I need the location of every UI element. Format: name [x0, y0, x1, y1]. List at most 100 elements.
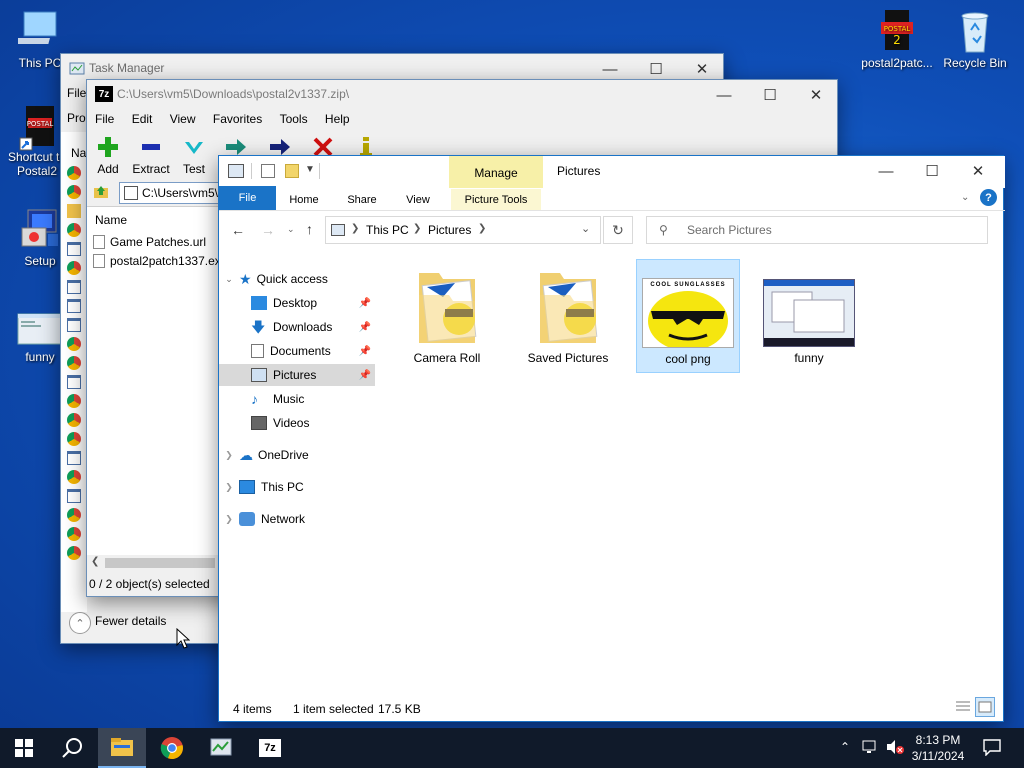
7zip-file-row[interactable]: Game Patches.url — [93, 235, 206, 249]
ribbon-tab-home[interactable]: Home — [279, 189, 329, 211]
qat-divider — [319, 163, 320, 179]
breadcrumb-chevron-icon[interactable]: ❯ — [413, 223, 421, 234]
taskmgr-process-list[interactable]: Na — [61, 132, 87, 612]
nav-label: Pictures — [273, 368, 317, 382]
up-folder-icon[interactable] — [93, 184, 109, 200]
pin-icon[interactable]: 📌 — [359, 322, 371, 333]
nav-item-downloads[interactable]: 🡇 Downloads 📌 — [219, 316, 375, 338]
collapsed-chevron-icon[interactable]: ❯ — [219, 482, 239, 493]
nav-label: This PC — [261, 480, 304, 494]
file-tile-camera-roll[interactable]: Camera Roll — [395, 259, 499, 373]
volume-muted-icon[interactable] — [885, 739, 905, 755]
7zip-minimize-button[interactable]: — — [701, 80, 747, 110]
breadcrumb-this-pc[interactable]: This PC — [366, 223, 409, 237]
manage-context-tab[interactable]: Manage — [449, 156, 543, 188]
taskbar-clock[interactable]: 8:13 PM 3/11/2024 — [908, 732, 968, 764]
explorer-title: Pictures — [557, 164, 601, 178]
nav-item-desktop[interactable]: Desktop 📌 — [219, 292, 375, 314]
ribbon-tab-view[interactable]: View — [393, 189, 443, 211]
address-dropdown-icon[interactable]: ⌄ — [581, 222, 590, 235]
nav-this-pc[interactable]: ❯ This PC — [219, 476, 375, 498]
file-tile-cool-png[interactable]: COOL SUNGLASSES cool png — [636, 259, 740, 373]
pin-icon[interactable]: 📌 — [359, 298, 371, 309]
pin-icon[interactable]: 📌 — [359, 346, 371, 357]
taskmgr-menu-file[interactable]: File — [67, 86, 86, 100]
ribbon-expand-icon[interactable]: ⌄ — [961, 192, 969, 203]
this-pc-icon — [12, 8, 62, 52]
explorer-close-button[interactable]: ✕ — [955, 156, 1001, 186]
breadcrumb-chevron-icon[interactable]: ❯ — [351, 223, 359, 234]
pin-icon[interactable]: 📌 — [359, 370, 371, 381]
7zip-horizontal-scrollbar[interactable]: ❮ — [87, 555, 219, 571]
taskbar-chrome[interactable] — [148, 728, 196, 768]
7zip-menu-tools[interactable]: Tools — [280, 112, 308, 126]
qat-dropdown-icon[interactable]: ▼ — [305, 164, 315, 175]
7zip-menu-view[interactable]: View — [170, 112, 196, 126]
ribbon-tab-share[interactable]: Share — [337, 189, 387, 211]
breadcrumb-chevron-icon[interactable]: ❯ — [478, 223, 486, 234]
nav-item-documents[interactable]: Documents 📌 — [219, 340, 375, 362]
scrollbar-thumb[interactable] — [105, 558, 215, 568]
7zip-maximize-button[interactable]: ☐ — [747, 80, 793, 110]
file-tile-funny[interactable]: funny — [757, 259, 861, 373]
collapsed-chevron-icon[interactable]: ❯ — [219, 450, 239, 461]
refresh-button[interactable]: ↻ — [603, 216, 633, 244]
file-tile-saved-pictures[interactable]: Saved Pictures — [516, 259, 620, 373]
7zip-add-button[interactable]: Add — [85, 134, 131, 176]
notification-center-icon[interactable] — [982, 738, 1002, 757]
nav-network[interactable]: ❯ Network — [219, 508, 375, 530]
chevron-up-icon[interactable]: ⌃ — [69, 612, 91, 634]
7zip-menu-favorites[interactable]: Favorites — [213, 112, 262, 126]
chrome-process-icon — [67, 356, 81, 370]
explorer-window[interactable]: ▼ Manage Pictures — ☐ ✕ File Home Share … — [218, 155, 1005, 722]
expanded-chevron-icon[interactable]: ⌄ — [219, 274, 239, 285]
explorer-titlebar[interactable]: ▼ Manage Pictures — ☐ ✕ — [219, 156, 1005, 188]
7zip-file-list[interactable]: Name Game Patches.url postal2patch1337.e… — [87, 206, 221, 571]
new-folder-icon[interactable] — [285, 164, 299, 178]
scroll-left-icon[interactable]: ❮ — [91, 556, 99, 567]
7zip-menu-help[interactable]: Help — [325, 112, 350, 126]
taskbar-7zip[interactable]: 7z — [246, 728, 294, 768]
nav-onedrive[interactable]: ❯ ☁ OneDrive — [219, 444, 375, 466]
7zip-menu-file[interactable]: File — [95, 112, 114, 126]
address-bar[interactable]: ❯ This PC ❯ Pictures ❯ ⌄ — [325, 216, 601, 244]
7zip-close-button[interactable]: ✕ — [793, 80, 839, 110]
7zip-test-button[interactable]: Test — [171, 134, 217, 176]
explorer-minimize-button[interactable]: — — [863, 156, 909, 186]
ribbon-tab-file[interactable]: File — [219, 186, 276, 210]
forward-arrow-icon[interactable]: → — [261, 222, 275, 238]
breadcrumb-pictures[interactable]: Pictures — [428, 223, 471, 237]
desktop-icon-postal2patch[interactable]: POSTAL 2 postal2patc... — [857, 8, 937, 70]
7zip-address-bar[interactable]: C:\Users\vm5\ — [119, 182, 219, 204]
7zip-extract-button[interactable]: Extract — [128, 134, 174, 176]
explorer-maximize-button[interactable]: ☐ — [909, 156, 955, 186]
taskbar-task-manager[interactable] — [198, 728, 246, 768]
network-status-icon[interactable] — [862, 739, 880, 755]
7zip-menu-edit[interactable]: Edit — [132, 112, 153, 126]
nav-quick-access[interactable]: ⌄ ★ Quick access — [219, 268, 375, 290]
svg-text:POSTAL: POSTAL — [884, 25, 911, 33]
desktop-icon-recycle-bin[interactable]: Recycle Bin — [935, 8, 1015, 70]
collapsed-chevron-icon[interactable]: ❯ — [219, 514, 239, 525]
fewer-details-button[interactable]: Fewer details — [95, 614, 166, 628]
help-icon[interactable]: ? — [980, 189, 997, 206]
nav-item-pictures[interactable]: Pictures 📌 — [219, 364, 375, 386]
nav-item-videos[interactable]: Videos — [219, 412, 375, 434]
taskbar-search-button[interactable] — [48, 728, 96, 768]
up-arrow-icon[interactable]: ↑ — [306, 221, 313, 237]
large-icons-view-icon[interactable] — [975, 697, 995, 717]
back-arrow-icon[interactable]: ← — [231, 222, 245, 238]
nav-item-music[interactable]: ♪ Music — [219, 388, 375, 410]
taskmgr-tab-processes[interactable]: Pro — [67, 111, 86, 125]
show-hidden-icons-chevron-icon[interactable]: ⌃ — [840, 740, 850, 754]
7zip-file-row[interactable]: postal2patch1337.ex — [93, 254, 221, 268]
ribbon-tab-picture-tools[interactable]: Picture Tools — [451, 189, 541, 211]
window-process-icon — [67, 375, 81, 389]
taskbar-file-explorer[interactable] — [98, 728, 146, 768]
search-box[interactable]: ⚲ Search Pictures — [646, 216, 988, 244]
start-button[interactable] — [0, 728, 48, 768]
details-view-icon[interactable] — [955, 699, 971, 715]
recent-locations-icon[interactable]: ⌄ — [287, 224, 295, 235]
properties-icon[interactable] — [261, 164, 275, 178]
7zip-status-text: 0 / 2 object(s) selected — [89, 577, 210, 591]
